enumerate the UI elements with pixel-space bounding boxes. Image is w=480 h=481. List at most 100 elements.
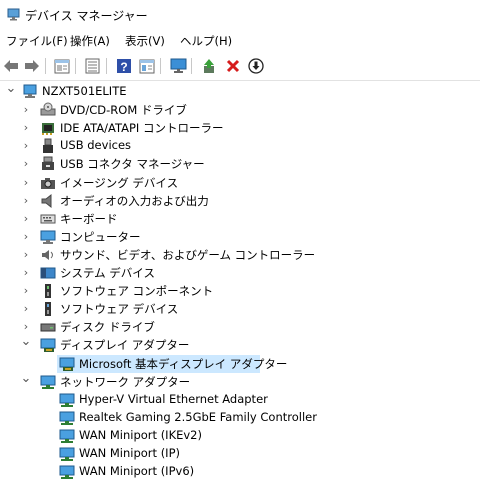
tree-category[interactable]: › コンピューター — [0, 228, 480, 246]
display-adapter-icon — [59, 357, 75, 371]
expand-chevron-icon[interactable]: › — [20, 212, 32, 225]
tree-item-label: サウンド、ビデオ、およびゲーム コントローラー — [60, 247, 316, 262]
tree-category[interactable]: › オーディオの入力および出力 — [0, 192, 480, 210]
tree-category[interactable]: ⌄ ネットワーク アダプター — [0, 372, 480, 391]
keyboard-icon — [40, 214, 56, 224]
software-component-icon — [45, 284, 51, 299]
tree-device[interactable]: WAN Miniport (IKEv2) — [0, 427, 480, 445]
expand-chevron-icon[interactable]: › — [20, 303, 32, 315]
tree-item-label: ソフトウェア デバイス — [60, 302, 179, 317]
collapse-chevron-icon[interactable]: ⌄ — [5, 82, 17, 95]
help-icon[interactable]: ? — [115, 57, 133, 75]
tree-item-label: Realtek Gaming 2.5GbE Family Controller — [79, 409, 317, 424]
device-manager-icon — [7, 8, 20, 21]
tree-item-label: DVD/CD-ROM ドライブ — [60, 103, 187, 118]
display-adapter-icon — [40, 338, 56, 353]
tree-item-label: キーボード — [60, 211, 118, 226]
tree-category[interactable]: › USB コネクタ マネージャー — [0, 155, 480, 173]
usb-connector-icon — [42, 156, 54, 171]
tree-category[interactable]: › イメージング デバイス — [0, 174, 480, 192]
tree-item-label: Hyper-V Virtual Ethernet Adapter — [79, 391, 268, 406]
tree-category[interactable]: › サウンド、ビデオ、およびゲーム コントローラー — [0, 246, 480, 264]
expand-chevron-icon[interactable]: › — [20, 230, 32, 243]
expand-chevron-icon[interactable]: › — [20, 158, 32, 170]
expand-chevron-icon[interactable]: › — [20, 140, 32, 152]
menu-view[interactable]: 表示(V) — [125, 33, 165, 49]
menu-file[interactable]: ファイル(F) — [6, 33, 68, 49]
tree-item-label: オーディオの入力および出力 — [60, 193, 209, 208]
tree-category[interactable]: › キーボード — [0, 210, 480, 228]
device-tree[interactable]: ⌄ NZXT501ELITE › DVD/CD-ROM ドライブ › IDE ATA/AT… — [0, 80, 480, 481]
tree-category[interactable]: › ディスク ドライブ — [0, 318, 480, 336]
expand-chevron-icon[interactable]: › — [20, 248, 32, 261]
tree-item-label: コンピューター — [60, 229, 141, 244]
menu-action[interactable]: 操作(A) — [70, 33, 110, 49]
collapse-chevron-icon[interactable]: ⌄ — [20, 372, 32, 385]
tree-device[interactable]: WAN Miniport (IPv6) — [0, 463, 480, 481]
tree-category[interactable]: › ソフトウェア コンポーネント — [0, 282, 480, 300]
speaker-icon — [41, 193, 52, 208]
expand-chevron-icon[interactable]: › — [20, 104, 32, 116]
expand-chevron-icon[interactable]: › — [20, 321, 32, 333]
expand-chevron-icon[interactable]: › — [20, 194, 32, 207]
menu-help[interactable]: ヘルプ(H) — [180, 33, 232, 49]
menu-bar: ファイル(F) 操作(A) 表示(V) ヘルプ(H) — [0, 30, 480, 52]
back-arrow-icon[interactable] — [2, 57, 20, 75]
list-view-icon[interactable] — [83, 57, 101, 75]
tree-item-label: WAN Miniport (IP) — [79, 446, 180, 460]
tree-item-label: WAN Miniport (IPv6) — [79, 464, 195, 479]
forward-arrow-icon[interactable] — [23, 57, 41, 75]
tree-device[interactable]: Microsoft 基本ディスプレイ アダプター — [57, 354, 287, 373]
usb-device-icon — [43, 138, 53, 154]
network-adapter-icon — [59, 411, 75, 425]
expand-chevron-icon[interactable]: › — [20, 267, 32, 279]
svg-text:?: ? — [120, 60, 127, 74]
tree-item-label: ディスク ドライブ — [60, 320, 155, 335]
tree-item-label: WAN Miniport (IKEv2) — [79, 427, 202, 442]
tree-item-label: ソフトウェア コンポーネント — [60, 284, 214, 299]
network-adapter-icon — [59, 393, 75, 407]
tree-item-label: ディスプレイ アダプター — [60, 338, 190, 353]
download-icon[interactable] — [247, 57, 265, 75]
computer-root-icon — [23, 84, 37, 98]
expand-chevron-icon[interactable]: › — [20, 285, 32, 297]
expand-chevron-icon[interactable]: › — [20, 122, 32, 134]
tree-item-label: USB コネクタ マネージャー — [60, 157, 205, 172]
tree-category[interactable]: › ソフトウェア デバイス — [0, 300, 480, 318]
monitor-scan-icon[interactable] — [169, 57, 187, 75]
camera-icon — [41, 177, 55, 189]
update-driver-icon[interactable] — [200, 57, 218, 75]
tree-device[interactable]: Realtek Gaming 2.5GbE Family Controller — [0, 409, 480, 427]
tree-category[interactable]: › IDE ATA/ATAPI コントローラー — [0, 119, 480, 137]
tree-category[interactable]: › DVD/CD-ROM ドライブ — [0, 101, 480, 119]
disk-drive-icon — [40, 323, 56, 332]
properties-view-icon[interactable] — [53, 57, 71, 75]
network-adapter-icon — [40, 375, 56, 389]
details-icon[interactable] — [138, 57, 156, 75]
tree-category[interactable]: › システム デバイス — [0, 264, 480, 282]
expand-chevron-icon[interactable]: › — [20, 176, 32, 189]
tree-item-label: イメージング デバイス — [60, 175, 179, 190]
tree-item-label: Microsoft 基本ディスプレイ アダプター — [79, 356, 288, 371]
tree-category[interactable]: ⌄ ディスプレイ アダプター — [0, 335, 480, 354]
sound-icon — [42, 249, 53, 260]
tree-device[interactable]: WAN Miniport (IP) — [0, 445, 480, 463]
dvd-drive-icon — [40, 102, 56, 116]
ide-controller-icon — [42, 123, 54, 136]
computer-icon — [40, 230, 56, 244]
uninstall-x-icon[interactable] — [224, 57, 242, 75]
tree-device[interactable]: Hyper-V Virtual Ethernet Adapter — [0, 391, 480, 409]
network-adapter-icon — [59, 447, 75, 461]
network-adapter-icon — [59, 465, 75, 480]
tree-root[interactable]: ⌄ NZXT501ELITE — [0, 82, 480, 101]
window-title: デバイス マネージャー — [25, 9, 148, 23]
collapse-chevron-icon[interactable]: ⌄ — [20, 335, 32, 348]
tree-item-label: NZXT501ELITE — [42, 84, 127, 98]
tree-item-label: USB devices — [60, 138, 132, 153]
system-device-icon — [40, 267, 56, 279]
network-adapter-icon — [59, 429, 75, 443]
title-bar: デバイス マネージャー — [0, 0, 480, 30]
toolbar: ? — [0, 52, 480, 81]
tree-item-label: ネットワーク アダプター — [60, 374, 191, 389]
tree-category[interactable]: › USB devices — [0, 137, 480, 155]
